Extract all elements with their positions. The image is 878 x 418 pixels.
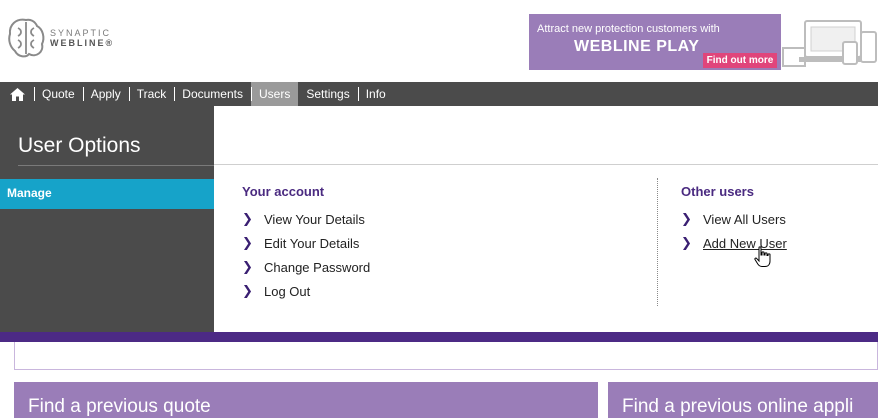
link-label: Log Out xyxy=(264,283,311,299)
link-label: View Your Details xyxy=(264,211,365,227)
other-users-section: Other users ❯ View All Users ❯ Add New Use… xyxy=(681,184,787,255)
change-password-link[interactable]: ❯ Change Password xyxy=(242,255,370,279)
logo-line-2: WEBLINE® xyxy=(50,38,115,48)
nav-info[interactable]: Info xyxy=(357,82,394,106)
panel-sidebar: User Options Manage xyxy=(0,106,214,332)
logo-wordmark: SYNAPTIC WEBLINE® xyxy=(50,28,114,48)
nav-users[interactable]: Users xyxy=(251,82,299,106)
banner-product: WEBLINE PLAY xyxy=(574,38,700,55)
user-options-panel: User Options Manage Your account ❯ View Y… xyxy=(0,106,878,332)
link-label: Add New User xyxy=(703,235,787,251)
view-your-details-link[interactable]: ❯ View Your Details xyxy=(242,207,370,231)
panel-title-divider xyxy=(18,165,214,166)
logo-line-1: SYNAPTIC xyxy=(50,28,112,38)
chevron-right-icon: ❯ xyxy=(242,283,253,298)
home-icon xyxy=(9,87,25,101)
banner-tagline: Attract new protection customers with xyxy=(537,23,720,35)
nav-settings[interactable]: Settings xyxy=(298,82,357,106)
your-account-heading: Your account xyxy=(242,184,325,199)
panel-title: User Options xyxy=(18,134,141,157)
chevron-right-icon: ❯ xyxy=(242,259,253,274)
nav-apply[interactable]: Apply xyxy=(82,82,129,106)
main-nav: Quote Apply Track Documents Users Settin… xyxy=(0,82,878,106)
link-label: Edit Your Details xyxy=(264,235,360,251)
brain-logo-icon xyxy=(8,18,45,58)
hand-pointer-cursor-icon xyxy=(754,246,771,267)
other-users-heading: Other users xyxy=(681,184,754,199)
find-previous-quote-card[interactable]: Find a previous quote xyxy=(14,382,598,418)
sidebar-item-manage[interactable]: Manage xyxy=(0,179,214,209)
chevron-right-icon: ❯ xyxy=(681,235,692,250)
nav-track[interactable]: Track xyxy=(128,82,175,106)
card-title: Find a previous quote xyxy=(28,396,211,417)
view-all-users-link[interactable]: ❯ View All Users xyxy=(681,207,787,231)
purple-divider-bar xyxy=(0,332,878,342)
chevron-right-icon: ❯ xyxy=(681,211,692,226)
edit-your-details-link[interactable]: ❯ Edit Your Details xyxy=(242,231,370,255)
card-title: Find a previous online appli xyxy=(622,396,854,417)
chevron-right-icon: ❯ xyxy=(242,235,253,250)
columns-divider xyxy=(657,178,658,306)
chevron-right-icon: ❯ xyxy=(242,211,253,226)
link-label: View All Users xyxy=(703,211,786,227)
search-strip xyxy=(14,342,878,370)
site-header: SYNAPTIC WEBLINE® Attract new protection… xyxy=(0,0,878,82)
nav-documents[interactable]: Documents xyxy=(174,82,251,106)
synaptic-webline-logo[interactable]: SYNAPTIC WEBLINE® xyxy=(6,16,114,60)
webline-play-banner[interactable]: Attract new protection customers with WE… xyxy=(529,14,781,70)
your-account-section: Your account ❯ View Your Details ❯ Edit Yo… xyxy=(242,184,370,303)
log-out-link[interactable]: ❯ Log Out xyxy=(242,279,370,303)
find-previous-application-card[interactable]: Find a previous online appli xyxy=(608,382,878,418)
panel-top-divider xyxy=(214,164,878,165)
devices-illustration-icon xyxy=(782,20,877,67)
home-button[interactable] xyxy=(0,82,34,106)
nav-quote[interactable]: Quote xyxy=(34,82,83,106)
link-label: Change Password xyxy=(264,259,371,275)
find-out-more-button[interactable]: Find out more xyxy=(703,53,777,68)
